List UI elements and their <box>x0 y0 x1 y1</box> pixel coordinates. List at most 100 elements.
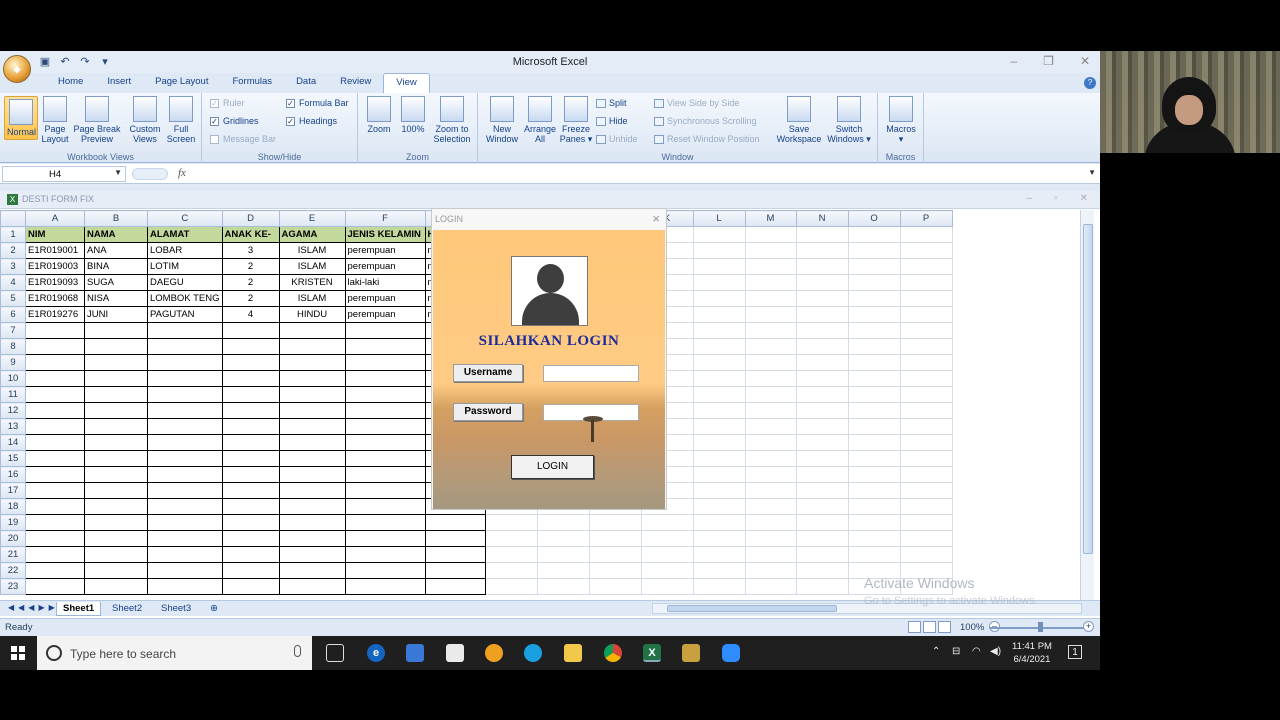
macros-button[interactable]: Macros ▾ <box>884 96 918 144</box>
cell[interactable]: JUNI <box>84 306 148 323</box>
split-button[interactable]: Split <box>596 98 627 108</box>
cell[interactable] <box>795 258 849 275</box>
page-break-preview-button[interactable]: Page Break Preview <box>72 96 122 144</box>
cell[interactable] <box>795 434 849 451</box>
wb-maximize-icon[interactable]: ▫ <box>1054 193 1058 204</box>
cell[interactable] <box>278 466 346 483</box>
cell[interactable] <box>692 402 746 419</box>
cell[interactable] <box>221 338 280 355</box>
row-header[interactable]: 21 <box>0 546 26 563</box>
cell[interactable]: E1R019001 <box>25 242 85 259</box>
cell[interactable] <box>899 514 953 531</box>
cell[interactable] <box>278 386 346 403</box>
cell[interactable] <box>221 418 280 435</box>
cell[interactable] <box>692 450 746 467</box>
cell[interactable] <box>84 530 148 547</box>
save-workspace-button[interactable]: Save Workspace <box>774 96 824 144</box>
cell[interactable] <box>25 418 85 435</box>
cell[interactable]: LOBAR <box>147 242 223 259</box>
cell[interactable] <box>278 530 346 547</box>
column-header[interactable]: F <box>344 210 426 227</box>
tab-page-layout[interactable]: Page Layout <box>143 73 220 93</box>
column-header[interactable]: B <box>84 210 148 227</box>
cell[interactable] <box>795 354 849 371</box>
reset-window-position-button[interactable]: Reset Window Position <box>654 134 760 144</box>
cell[interactable]: 2 <box>221 258 280 275</box>
sheet-tab-sheet3[interactable]: Sheet3 <box>155 602 197 616</box>
cell[interactable] <box>278 514 346 531</box>
cell[interactable] <box>25 578 85 595</box>
login-button[interactable]: LOGIN <box>511 455 594 479</box>
cell[interactable] <box>424 530 486 547</box>
cell[interactable]: ISLAM <box>278 258 346 275</box>
cell[interactable] <box>536 530 590 547</box>
cell[interactable] <box>147 450 223 467</box>
column-header[interactable]: D <box>221 210 280 227</box>
cell[interactable] <box>692 514 746 531</box>
cell[interactable] <box>795 242 849 259</box>
cell[interactable] <box>899 242 953 259</box>
cell[interactable] <box>795 274 849 291</box>
cell[interactable] <box>221 546 280 563</box>
cell[interactable] <box>847 290 901 307</box>
cell[interactable] <box>847 258 901 275</box>
page-layout-shortcut-icon[interactable] <box>923 621 936 633</box>
cell[interactable] <box>744 418 797 435</box>
cell[interactable] <box>847 274 901 291</box>
cell[interactable] <box>899 338 953 355</box>
cell[interactable]: KRISTEN <box>278 274 346 291</box>
cell[interactable] <box>221 322 280 339</box>
cell[interactable] <box>147 482 223 499</box>
row-header[interactable]: 7 <box>0 322 26 339</box>
username-input[interactable] <box>543 365 639 382</box>
cell[interactable]: 3 <box>221 242 280 259</box>
cell[interactable] <box>847 370 901 387</box>
cell[interactable] <box>899 274 953 291</box>
cell[interactable] <box>25 322 85 339</box>
cell[interactable] <box>84 546 148 563</box>
cell[interactable] <box>344 386 426 403</box>
wifi-icon[interactable]: ◠ <box>972 646 981 657</box>
cell[interactable] <box>795 338 849 355</box>
cell[interactable] <box>899 258 953 275</box>
cell[interactable] <box>344 402 426 419</box>
cell[interactable] <box>484 514 538 531</box>
cell[interactable]: E1R019276 <box>25 306 85 323</box>
cell[interactable] <box>221 466 280 483</box>
cell[interactable] <box>84 434 148 451</box>
zoom-app-icon[interactable] <box>722 644 740 662</box>
cell[interactable] <box>847 466 901 483</box>
cell[interactable]: LOTIM <box>147 258 223 275</box>
cell[interactable] <box>344 546 426 563</box>
cell[interactable] <box>25 546 85 563</box>
cell[interactable] <box>25 514 85 531</box>
row-header[interactable]: 5 <box>0 290 26 307</box>
cell[interactable]: ANA <box>84 242 148 259</box>
cell[interactable] <box>795 322 849 339</box>
cell[interactable] <box>84 482 148 499</box>
formula-bar-checkbox[interactable]: ✓ Formula Bar <box>286 98 349 108</box>
cell[interactable] <box>795 562 849 579</box>
row-header[interactable]: 17 <box>0 482 26 499</box>
cell[interactable] <box>221 370 280 387</box>
row-header[interactable]: 19 <box>0 514 26 531</box>
cell[interactable] <box>84 578 148 595</box>
cell[interactable] <box>692 386 746 403</box>
cell[interactable] <box>640 562 694 579</box>
cell[interactable] <box>344 354 426 371</box>
cell[interactable]: AGAMA <box>278 226 346 243</box>
cell[interactable] <box>744 258 797 275</box>
normal-view-shortcut-icon[interactable] <box>908 621 921 633</box>
cell[interactable] <box>84 498 148 515</box>
cell[interactable] <box>795 466 849 483</box>
cell[interactable] <box>147 434 223 451</box>
cell[interactable] <box>221 482 280 499</box>
cell[interactable] <box>692 354 746 371</box>
cell[interactable] <box>424 546 486 563</box>
taskbar-clock[interactable]: 11:41 PM 6/4/2021 <box>1012 640 1052 666</box>
cell[interactable] <box>692 306 746 323</box>
cell[interactable] <box>744 434 797 451</box>
column-header[interactable]: N <box>795 210 849 227</box>
cell[interactable] <box>795 290 849 307</box>
cell[interactable] <box>795 546 849 563</box>
